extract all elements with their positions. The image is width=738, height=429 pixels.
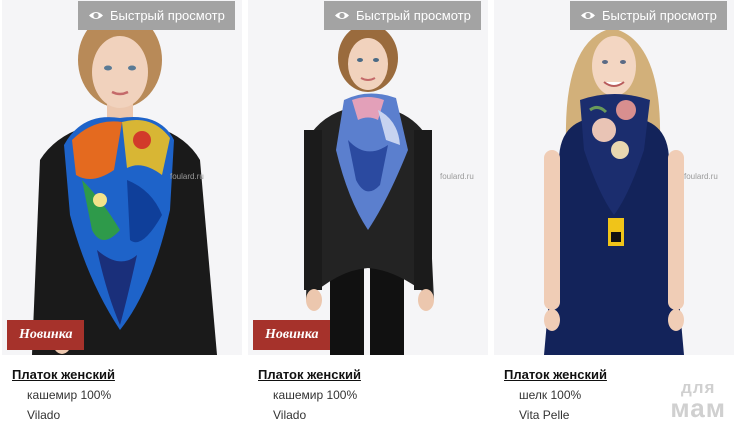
- product-card[interactable]: foulard.ru Быстрый просмотр Платок женск…: [494, 0, 734, 429]
- product-material: кашемир 100%: [27, 388, 112, 402]
- new-badge: Новинка: [7, 320, 85, 350]
- product-brand: Vilado: [273, 408, 307, 422]
- product-material: кашемир 100%: [273, 388, 358, 402]
- new-badge: Новинка: [253, 320, 331, 350]
- product-info: Платок женский кашемир 100% Vilado: [258, 366, 483, 423]
- quick-view-button[interactable]: Быстрый просмотр: [78, 1, 235, 30]
- eye-icon: [335, 12, 349, 19]
- product-photo[interactable]: foulard.ru Быстрый просмотр: [494, 0, 734, 355]
- product-card[interactable]: foulard.ru Быстрый просмотр Новинка Плат…: [2, 0, 242, 429]
- quick-view-button[interactable]: Быстрый просмотр: [570, 1, 727, 30]
- photo-watermark: foulard.ru: [170, 172, 204, 181]
- product-info: Платок женский кашемир 100% Vilado: [12, 366, 237, 423]
- product-photo[interactable]: foulard.ru Быстрый просмотр Новинка: [248, 0, 488, 355]
- product-brand: Vilado: [27, 408, 61, 422]
- quick-view-label: Быстрый просмотр: [356, 8, 471, 23]
- quick-view-label: Быстрый просмотр: [602, 8, 717, 23]
- quick-view-label: Быстрый просмотр: [110, 8, 225, 23]
- product-grid: foulard.ru Быстрый просмотр Новинка Плат…: [0, 0, 738, 429]
- product-title-link[interactable]: Платок женский: [258, 366, 483, 383]
- watermark-line2: мам: [670, 393, 726, 423]
- quick-view-button[interactable]: Быстрый просмотр: [324, 1, 481, 30]
- product-card[interactable]: foulard.ru Быстрый просмотр Новинка Плат…: [248, 0, 488, 429]
- photo-watermark: foulard.ru: [440, 172, 474, 181]
- eye-icon: [581, 12, 595, 19]
- product-title-link[interactable]: Платок женский: [12, 366, 237, 383]
- eye-icon: [89, 12, 103, 19]
- product-photo[interactable]: foulard.ru Быстрый просмотр Новинка: [2, 0, 242, 355]
- site-watermark: для мам: [670, 378, 726, 423]
- photo-watermark: foulard.ru: [684, 172, 718, 181]
